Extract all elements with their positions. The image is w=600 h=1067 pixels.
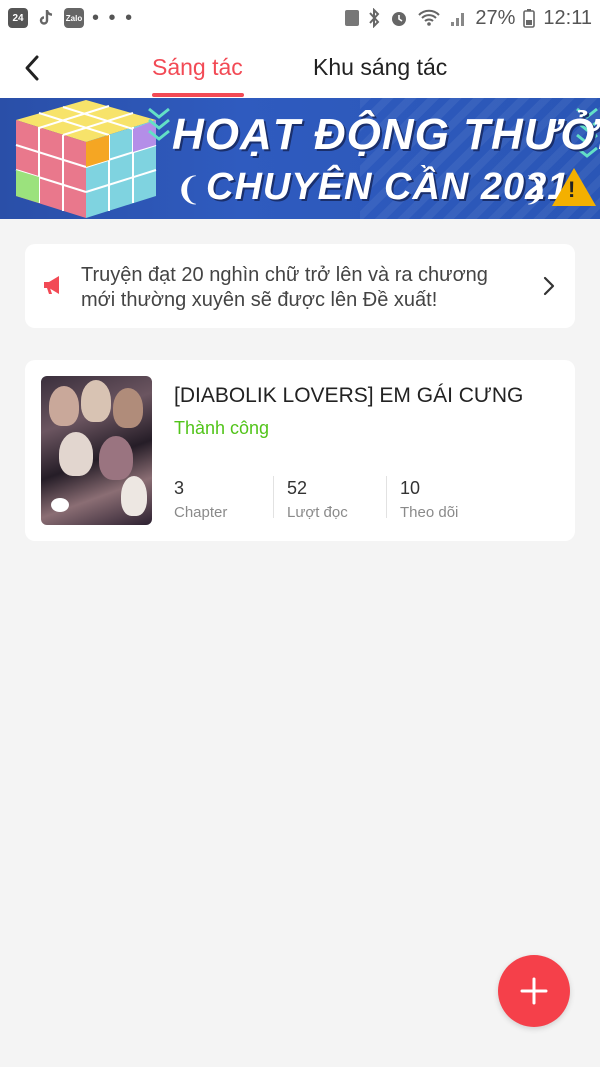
battery-percent: 27% (475, 6, 516, 29)
cover-figure (121, 476, 147, 516)
stat-divider (273, 476, 274, 518)
cover-figure (49, 386, 79, 426)
cover-figure (113, 388, 143, 428)
laurel-left-icon: ❨ (175, 171, 202, 207)
wifi-icon (417, 8, 441, 28)
sim-icon (345, 10, 360, 26)
megaphone-icon (44, 276, 59, 294)
more-notifications-icon: • • • (92, 7, 135, 29)
promo-banner[interactable]: HOẠT ĐỘNG THƯỞNG ❨ CHUYÊN CẦN 2021 ❩ (0, 98, 600, 219)
alarm-icon (389, 8, 409, 28)
tab-sang-tac[interactable]: Sáng tác (152, 54, 243, 81)
signal-icon (449, 9, 467, 27)
cover-figure (59, 432, 93, 476)
warning-icon-mark: ! (568, 177, 576, 202)
stat-divider (386, 476, 387, 518)
notice-text: Truyện đạt 20 nghìn chữ trở lên và ra ch… (81, 264, 488, 311)
status-bar-right: 27% 12:11 (345, 7, 592, 30)
top-nav-bar: Sáng tác Khu sáng tác (0, 36, 600, 98)
clock-time: 12:11 (543, 6, 592, 29)
status-bar: 24 Zalo • • • 27% 12:11 (0, 0, 600, 36)
stat-followers: 10 Theo dõi (400, 478, 458, 521)
banner-title: HOẠT ĐỘNG THƯỞNG (172, 110, 600, 159)
cover-figure (81, 380, 111, 422)
create-story-button[interactable] (498, 955, 570, 1027)
laurel-right-icon: ❩ (522, 171, 549, 207)
bluetooth-icon (367, 8, 381, 28)
status-bar-left: 24 Zalo • • • (8, 8, 134, 28)
app-24h-icon: 24 (8, 8, 28, 28)
stat-chapters: 3 Chapter (174, 478, 227, 521)
tiktok-icon (36, 8, 56, 28)
story-card[interactable]: [DIABOLIK LOVERS] EM GÁI CƯNG Thành công… (25, 360, 575, 541)
rubik-cube-image (15, 100, 157, 218)
stat-value: 10 (400, 478, 421, 498)
stat-value: 3 (174, 478, 185, 498)
banner-subtitle: CHUYÊN CẦN 2021 (206, 166, 570, 208)
plus-icon (520, 977, 548, 1005)
battery-icon (523, 8, 536, 28)
stat-label: Lượt đọc (287, 504, 348, 521)
banner-chevrons-left (146, 106, 172, 144)
stat-label: Chapter (174, 504, 228, 521)
stat-label: Theo dõi (400, 504, 459, 521)
recommendation-notice[interactable]: Truyện đạt 20 nghìn chữ trở lên và ra ch… (25, 244, 575, 328)
story-status-badge: Thành công (174, 418, 270, 438)
chevron-right-icon (543, 276, 555, 296)
tab-khu-sang-tac[interactable]: Khu sáng tác (313, 54, 447, 81)
back-button[interactable] (14, 50, 50, 86)
comment-icon (51, 498, 69, 512)
chevron-left-icon (25, 55, 39, 81)
cover-figure (99, 436, 133, 480)
stat-reads: 52 Lượt đọc (287, 478, 348, 521)
active-tab-indicator (152, 93, 244, 97)
stat-value: 52 (287, 478, 308, 498)
story-cover-image[interactable] (41, 376, 152, 525)
story-title: [DIABOLIK LOVERS] EM GÁI CƯNG (174, 384, 524, 407)
zalo-icon: Zalo (64, 8, 84, 28)
